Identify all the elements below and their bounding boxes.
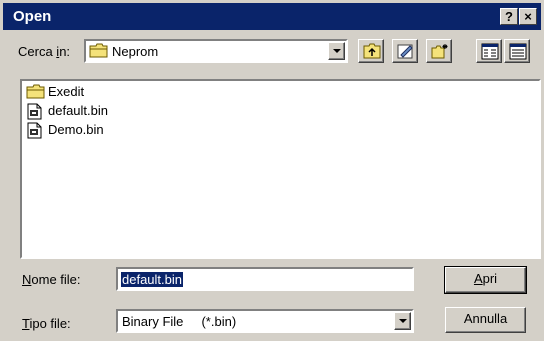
chevron-down-icon: [333, 49, 341, 53]
file-icon: [27, 122, 42, 139]
filetype-value: Binary File (*.bin): [122, 314, 237, 329]
title-bar[interactable]: Open ? ×: [3, 3, 541, 30]
filetype-combobox[interactable]: Binary File (*.bin): [116, 309, 414, 333]
filename-value: default.bin: [121, 272, 183, 287]
desktop-icon: [397, 44, 413, 59]
open-dialog: Open ? × Cerca in: Neprom Exedit default…: [0, 0, 544, 341]
lookin-dropdown-button[interactable]: [328, 42, 345, 60]
details-view-icon: [509, 43, 527, 60]
details-view-button[interactable]: [504, 39, 530, 63]
up-folder-button[interactable]: [358, 39, 384, 63]
desktop-button[interactable]: [392, 39, 418, 63]
lookin-combobox[interactable]: Neprom: [84, 39, 348, 63]
help-button[interactable]: ?: [500, 8, 518, 25]
lookin-value: Neprom: [112, 44, 159, 59]
list-item-label: Demo.bin: [48, 122, 104, 137]
up-folder-icon: [363, 43, 381, 59]
filetype-dropdown-button[interactable]: [394, 312, 411, 330]
folder-icon: [26, 84, 45, 99]
new-folder-button[interactable]: [426, 39, 452, 63]
close-button[interactable]: ×: [519, 8, 537, 25]
folder-icon: [89, 43, 109, 62]
chevron-down-icon: [399, 319, 407, 323]
filename-input[interactable]: default.bin: [116, 267, 414, 291]
list-item-label: default.bin: [48, 103, 108, 118]
file-list[interactable]: Exedit default.bin Demo.bin: [20, 79, 541, 259]
filename-label: Nome file:: [22, 272, 81, 287]
lookin-label: Cerca in:: [18, 44, 71, 59]
cancel-button[interactable]: Annulla: [445, 307, 526, 333]
filetype-label: Tipo file:: [22, 316, 71, 331]
new-folder-icon: [431, 44, 448, 59]
list-view-icon: [481, 43, 499, 60]
window-title: Open: [13, 8, 52, 25]
list-item-label: Exedit: [48, 84, 85, 99]
list-view-button[interactable]: [476, 39, 502, 63]
open-button[interactable]: Apri: [444, 266, 527, 294]
file-icon: [27, 103, 42, 120]
